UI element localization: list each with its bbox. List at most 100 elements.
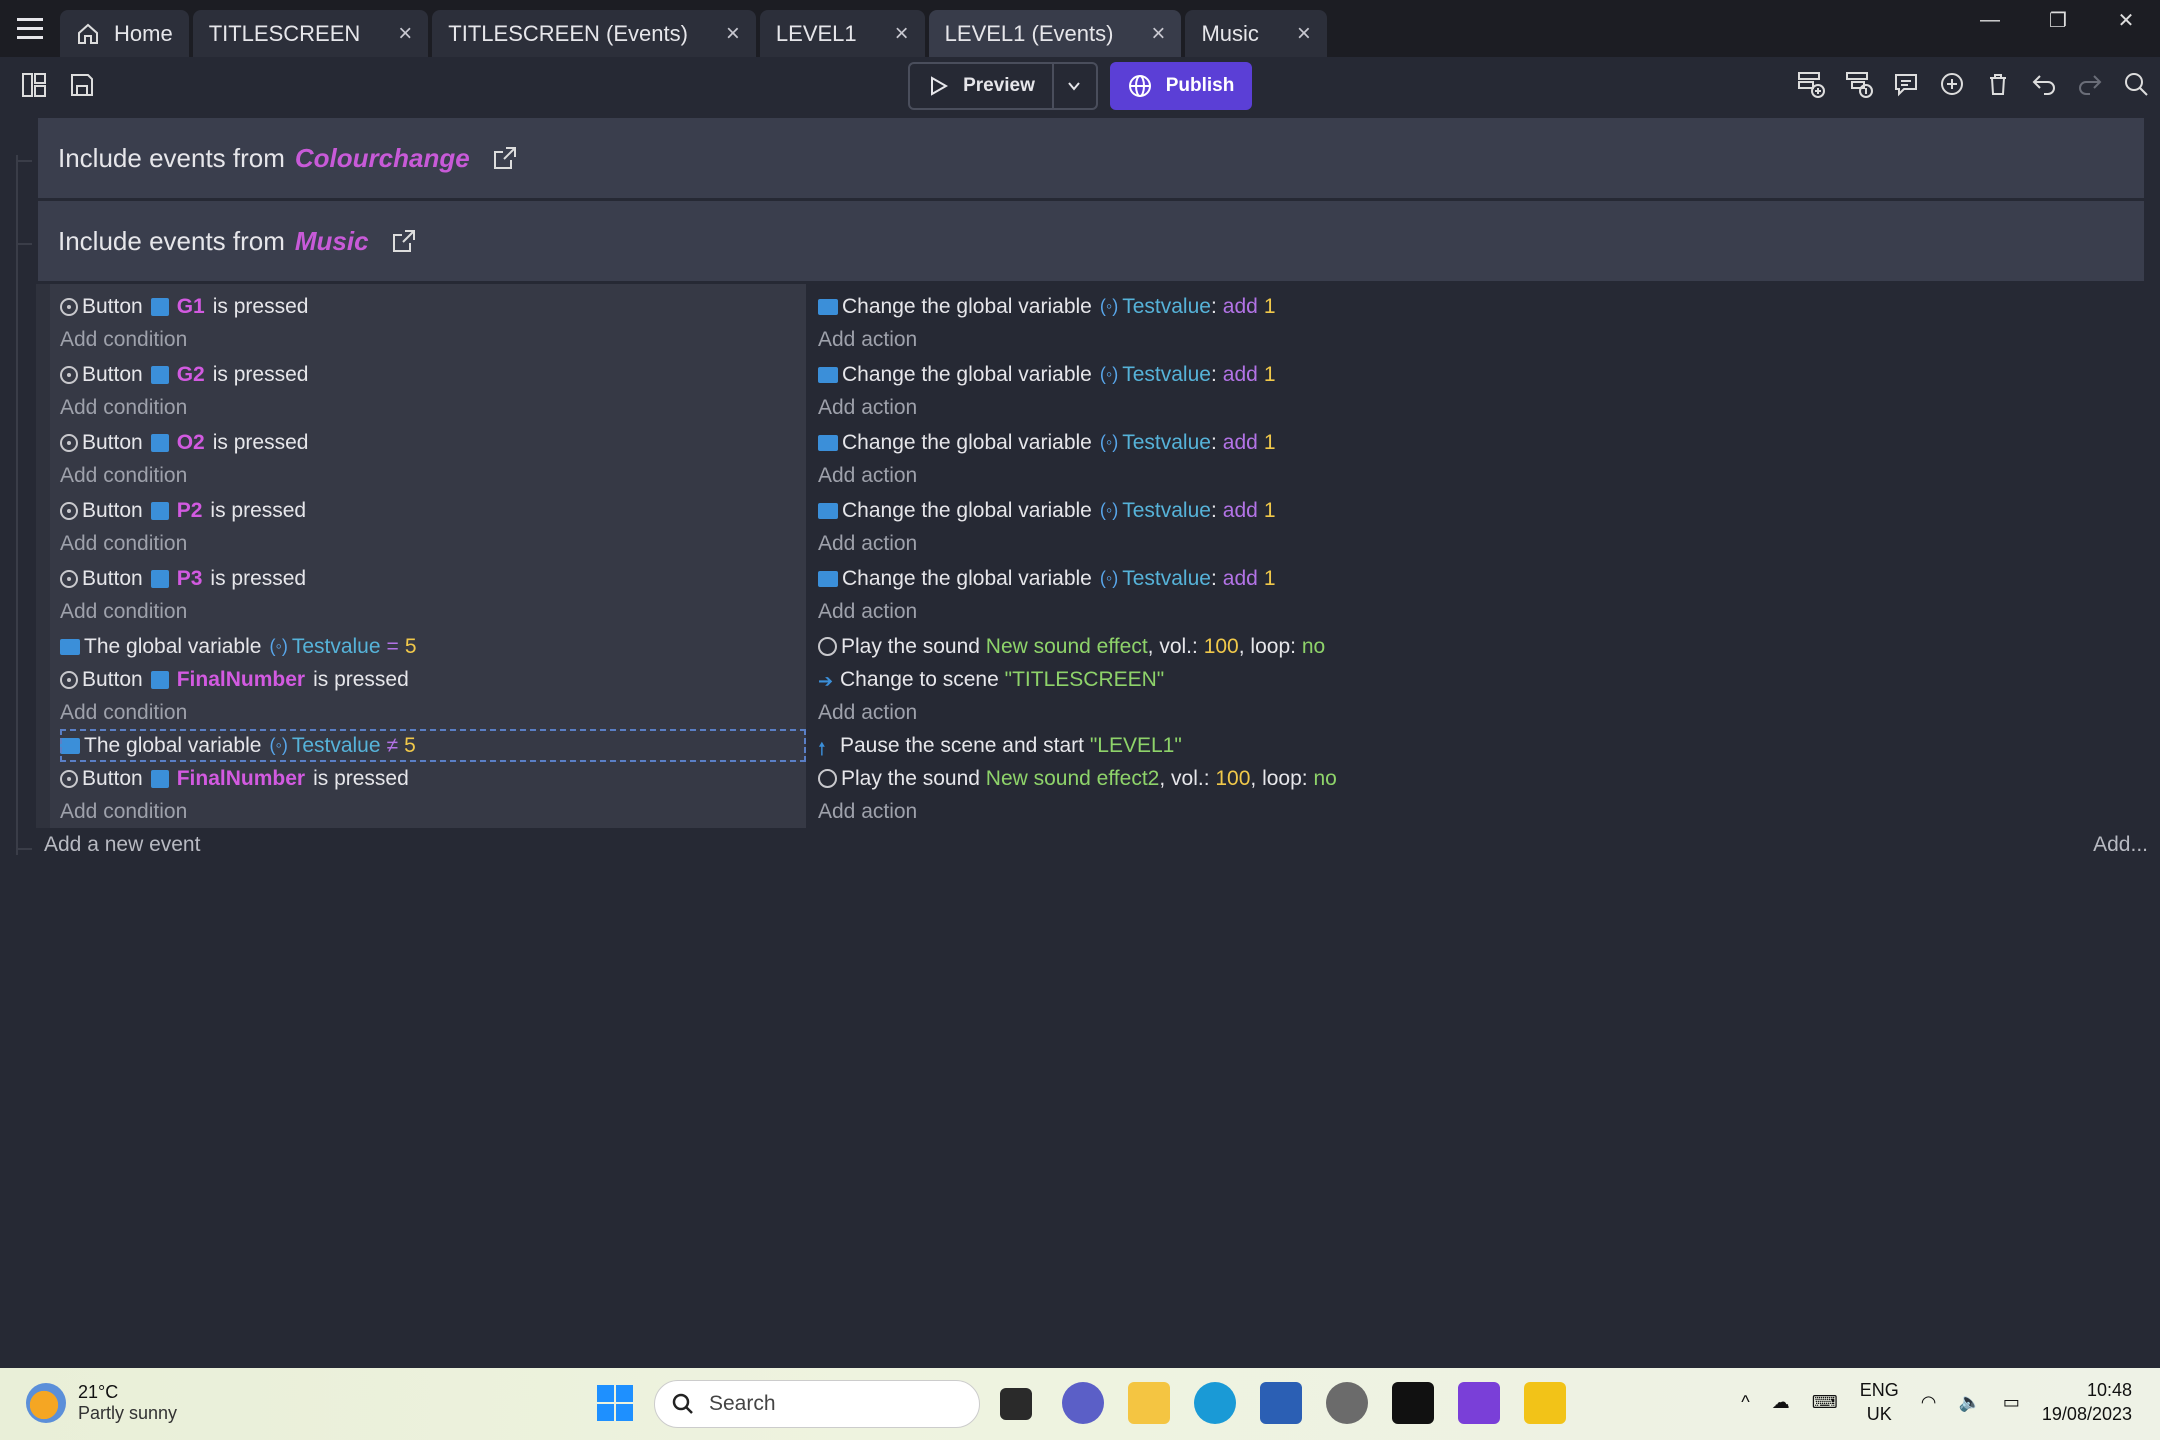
condition[interactable]: Button O2 is pressed xyxy=(60,426,806,459)
event-row[interactable]: Button G2 is pressed Add condition Change … xyxy=(36,352,2144,424)
sound-name[interactable]: New sound effect2 xyxy=(986,767,1160,791)
clock[interactable]: 10:48 19/08/2023 xyxy=(2042,1378,2132,1426)
event-row[interactable]: Button O2 is pressed Add condition Change … xyxy=(36,420,2144,492)
volume-icon[interactable]: 🔈 xyxy=(1958,1392,1980,1413)
event-row[interactable]: Button P2 is pressed Add condition Change … xyxy=(36,488,2144,560)
tab-music[interactable]: Music × xyxy=(1185,10,1327,57)
include-target[interactable]: Music xyxy=(295,226,369,257)
close-icon[interactable]: × xyxy=(726,20,740,48)
miro-icon[interactable] xyxy=(1524,1382,1566,1424)
variable-name[interactable]: Testvalue xyxy=(1122,499,1211,523)
save-icon[interactable] xyxy=(68,71,96,99)
object-name[interactable]: P2 xyxy=(177,499,203,523)
add-circle-icon[interactable] xyxy=(1938,70,1966,98)
condition[interactable]: Button P2 is pressed xyxy=(60,494,806,527)
event-row[interactable]: Button P3 is pressed Add condition Change … xyxy=(36,556,2144,628)
panels-icon[interactable] xyxy=(20,71,48,99)
cloud-icon[interactable]: ☁ xyxy=(1772,1392,1790,1413)
include-event-colourchange[interactable]: Include events from Colourchange xyxy=(38,118,2144,198)
condition[interactable]: Button P3 is pressed xyxy=(60,562,806,595)
task-view-icon[interactable] xyxy=(1000,1388,1032,1420)
undo-icon[interactable] xyxy=(2030,70,2058,98)
file-explorer-icon[interactable] xyxy=(1128,1382,1170,1424)
event-row[interactable]: The global variable (◦) Testvalue = 5 Button… xyxy=(36,624,2144,729)
comment-icon[interactable] xyxy=(1892,70,1920,98)
gimp-icon[interactable] xyxy=(1326,1382,1368,1424)
tab-level1[interactable]: LEVEL1 × xyxy=(759,10,925,57)
action[interactable]: Play the sound New sound effect2, vol.: … xyxy=(818,762,2144,795)
condition[interactable]: Button FinalNumber is pressed xyxy=(60,762,806,795)
publish-button[interactable]: Publish xyxy=(1110,62,1252,110)
battery-icon[interactable]: ▭ xyxy=(2003,1392,2020,1413)
scene-name[interactable]: "LEVEL1" xyxy=(1090,734,1182,758)
external-link-icon[interactable] xyxy=(492,145,518,171)
delete-icon[interactable] xyxy=(1984,70,2012,98)
notion-icon[interactable] xyxy=(1392,1382,1434,1424)
close-icon[interactable]: × xyxy=(1151,20,1165,48)
chevron-up-icon[interactable]: ^ xyxy=(1741,1392,1749,1413)
action[interactable]: Change the global variable (◦) Testvalue: a… xyxy=(818,426,2144,459)
action[interactable]: 🠕 Pause the scene and start "LEVEL1" xyxy=(818,729,2144,762)
preview-button[interactable]: Preview xyxy=(908,62,1054,110)
close-window-icon[interactable]: ✕ xyxy=(2092,0,2160,40)
tab-titlescreen-events[interactable]: TITLESCREEN (Events) × xyxy=(432,10,756,57)
weather-widget[interactable]: 21°C Partly sunny xyxy=(26,1382,177,1424)
variable-name[interactable]: Testvalue xyxy=(292,734,381,758)
variable-name[interactable]: Testvalue xyxy=(1122,295,1211,319)
condition-selected[interactable]: The global variable (◦) Testvalue ≠ 5 xyxy=(60,729,806,762)
event-row[interactable]: The global variable (◦) Testvalue ≠ 5 Button… xyxy=(36,723,2144,828)
variable-name[interactable]: Testvalue xyxy=(292,635,381,659)
condition[interactable]: The global variable (◦) Testvalue = 5 xyxy=(60,630,806,663)
include-event-music[interactable]: Include events from Music xyxy=(38,201,2144,281)
action[interactable]: Change the global variable (◦) Testvalue: a… xyxy=(818,562,2144,595)
keyboard-icon[interactable]: ⌨ xyxy=(1812,1392,1838,1413)
redo-icon[interactable] xyxy=(2076,70,2104,98)
condition[interactable]: Button FinalNumber is pressed xyxy=(60,663,806,696)
close-icon[interactable]: × xyxy=(398,20,412,48)
add-subevent-icon[interactable] xyxy=(1844,69,1874,99)
sound-name[interactable]: New sound effect xyxy=(986,635,1148,659)
scene-name[interactable]: "TITLESCREEN" xyxy=(1005,668,1165,692)
action[interactable]: Play the sound New sound effect, vol.: 1… xyxy=(818,630,2144,663)
tab-level1-events[interactable]: LEVEL1 (Events) × xyxy=(928,10,1182,57)
variable-name[interactable]: Testvalue xyxy=(1122,567,1211,591)
add-event-icon[interactable] xyxy=(1796,69,1826,99)
object-name[interactable]: FinalNumber xyxy=(177,668,305,692)
event-row[interactable]: Button G1 is pressed Add condition Change … xyxy=(36,284,2144,356)
preview-dropdown[interactable] xyxy=(1052,62,1098,110)
edge-icon[interactable] xyxy=(1194,1382,1236,1424)
object-name[interactable]: G1 xyxy=(177,295,205,319)
action[interactable]: Change the global variable (◦) Testvalue: a… xyxy=(818,358,2144,391)
language-indicator[interactable]: ENG UK xyxy=(1860,1378,1899,1426)
object-name[interactable]: FinalNumber xyxy=(177,767,305,791)
object-name[interactable]: P3 xyxy=(177,567,203,591)
wifi-icon[interactable]: ◠ xyxy=(1921,1392,1937,1413)
menu-icon[interactable] xyxy=(0,0,60,57)
search-icon[interactable] xyxy=(2122,70,2150,98)
condition[interactable]: Button G2 is pressed xyxy=(60,358,806,391)
variable-name[interactable]: Testvalue xyxy=(1122,363,1211,387)
include-target[interactable]: Colourchange xyxy=(295,143,470,174)
tab-titlescreen[interactable]: TITLESCREEN × xyxy=(192,10,429,57)
taskbar-search[interactable]: Search xyxy=(654,1380,980,1428)
chat-icon[interactable] xyxy=(1062,1382,1104,1424)
condition[interactable]: Button G1 is pressed xyxy=(60,290,806,323)
restore-icon[interactable]: ❐ xyxy=(2024,0,2092,40)
action[interactable]: Change the global variable (◦) Testvalue: a… xyxy=(818,290,2144,323)
object-name[interactable]: G2 xyxy=(177,363,205,387)
add-new-event[interactable]: Add a new event xyxy=(44,833,200,857)
object-name[interactable]: O2 xyxy=(177,431,205,455)
action[interactable]: ➔ Change to scene "TITLESCREEN" xyxy=(818,663,2144,696)
action[interactable]: Change the global variable (◦) Testvalue: a… xyxy=(818,494,2144,527)
minimize-icon[interactable]: — xyxy=(1956,0,2024,40)
close-icon[interactable]: × xyxy=(1297,20,1311,48)
add-condition[interactable]: Add condition xyxy=(60,795,806,828)
tab-home[interactable]: Home xyxy=(60,10,189,57)
gdevelop-icon[interactable] xyxy=(1458,1382,1500,1424)
add-action[interactable]: Add action xyxy=(818,795,2144,828)
external-link-icon[interactable] xyxy=(391,228,417,254)
add-more-button[interactable]: Add... xyxy=(2093,833,2148,857)
windows-start-icon[interactable] xyxy=(594,1382,636,1424)
close-icon[interactable]: × xyxy=(895,20,909,48)
variable-name[interactable]: Testvalue xyxy=(1122,431,1211,455)
